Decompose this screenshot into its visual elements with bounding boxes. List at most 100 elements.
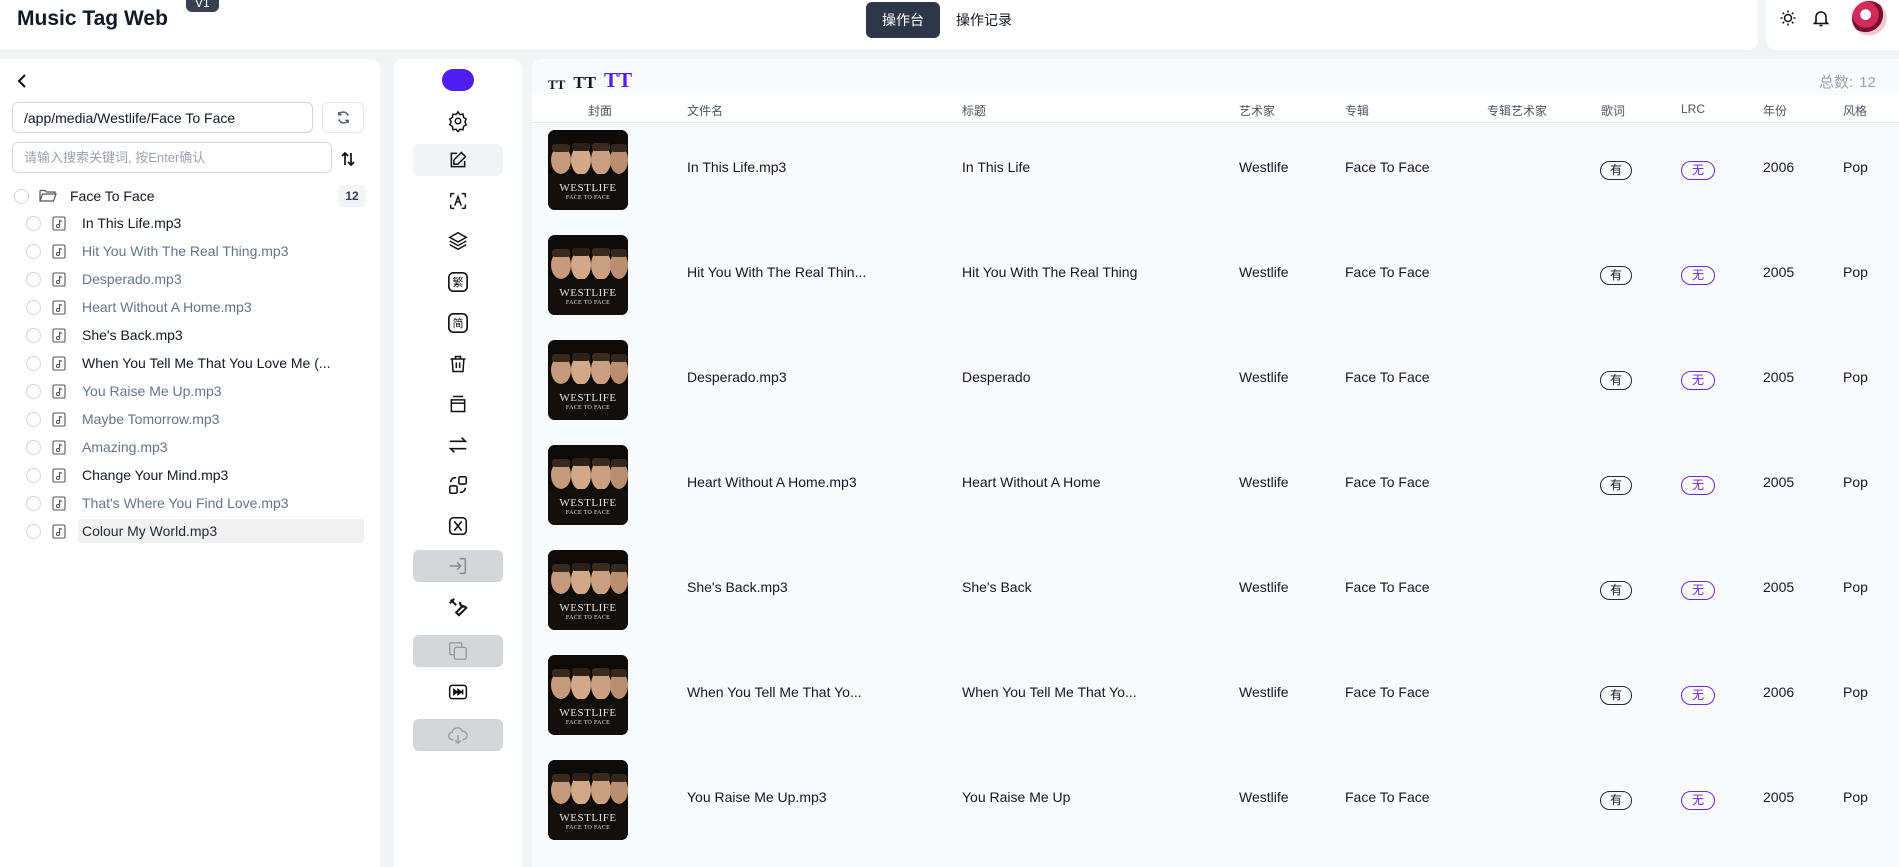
music-file-icon	[52, 328, 66, 346]
search-input[interactable]	[12, 142, 332, 173]
album-cover-image: WESTLIFE FACE TO FACE	[548, 235, 628, 315]
refresh-button[interactable]	[322, 102, 364, 133]
file-checkbox[interactable]	[26, 300, 41, 315]
action-toolbar: 繁简	[394, 59, 522, 867]
col-year[interactable]: 年份	[1763, 102, 1787, 119]
col-genre[interactable]: 风格	[1843, 102, 1867, 119]
list-item[interactable]: You Raise Me Up.mp3	[0, 377, 380, 405]
tab-operation-log[interactable]: 操作记录	[940, 2, 1028, 38]
list-item[interactable]: When You Tell Me That You Love Me (...	[0, 349, 380, 377]
file-checkbox[interactable]	[26, 496, 41, 511]
cell-genre: Pop	[1843, 684, 1868, 700]
table-header: 封面 文件名 标题 艺术家 专辑 专辑艺术家 歌词 LRC 年份 风格	[532, 95, 1899, 123]
file-checkbox[interactable]	[26, 272, 41, 287]
import-button[interactable]	[413, 550, 503, 582]
list-item[interactable]: Maybe Tomorrow.mp3	[0, 405, 380, 433]
col-lrc[interactable]: LRC	[1681, 102, 1705, 116]
file-checkbox[interactable]	[26, 216, 41, 231]
simplified-chinese-button[interactable]: 简	[413, 307, 503, 339]
list-item[interactable]: In This Life.mp3	[0, 209, 380, 237]
fast-forward-button[interactable]	[413, 676, 503, 708]
file-name: In This Life.mp3	[82, 215, 182, 231]
cloud-download-button[interactable]	[413, 719, 503, 751]
table-row[interactable]: WESTLIFE FACE TO FACE In This Life.mp3 In T…	[532, 130, 1899, 235]
delete-button[interactable]	[413, 348, 503, 380]
list-item[interactable]: Change Your Mind.mp3	[0, 461, 380, 489]
cell-title: Hit You With The Real Thing	[962, 264, 1138, 280]
cell-genre: Pop	[1843, 159, 1868, 175]
font-size-small-button[interactable]: TT	[548, 77, 565, 93]
traditional-chinese-button[interactable]: 繁	[413, 266, 503, 298]
list-item[interactable]: Amazing.mp3	[0, 433, 380, 461]
file-checkbox[interactable]	[26, 468, 41, 483]
text-recognize-button[interactable]	[413, 185, 503, 217]
music-file-icon	[52, 244, 66, 262]
root-checkbox[interactable]	[14, 189, 29, 204]
cell-year: 2006	[1763, 159, 1795, 175]
tab-console[interactable]: 操作台	[866, 2, 940, 38]
cell-title: She's Back	[962, 579, 1032, 595]
sort-icon[interactable]	[338, 150, 358, 168]
album-cover-image: WESTLIFE FACE TO FACE	[548, 445, 628, 525]
toggle-pill-button[interactable]	[413, 64, 503, 96]
list-item[interactable]: Hit You With The Real Thing.mp3	[0, 237, 380, 265]
tools-icon	[447, 596, 469, 618]
col-filename[interactable]: 文件名	[687, 102, 723, 119]
file-checkbox[interactable]	[26, 244, 41, 259]
file-checkbox[interactable]	[26, 412, 41, 427]
list-item[interactable]: She's Back.mp3	[0, 321, 380, 349]
root-folder-label: Face To Face	[70, 188, 155, 204]
copy-button[interactable]	[413, 635, 503, 667]
table-row[interactable]: WESTLIFE FACE TO FACE Desperado.mp3 Despera…	[532, 340, 1899, 445]
cell-year: 2005	[1763, 579, 1795, 595]
list-item[interactable]: That's Where You Find Love.mp3	[0, 489, 380, 517]
file-name: Hit You With The Real Thing.mp3	[82, 243, 289, 259]
list-item[interactable]: Heart Without A Home.mp3	[0, 293, 380, 321]
swap-button[interactable]	[413, 429, 503, 461]
svg-text:繁: 繁	[453, 275, 464, 289]
avatar[interactable]	[1851, 0, 1887, 36]
sun-icon[interactable]	[1778, 8, 1798, 28]
col-album-artist[interactable]: 专辑艺术家	[1487, 102, 1547, 119]
table-row[interactable]: WESTLIFE FACE TO FACE Hit You With The Rea…	[532, 235, 1899, 340]
simplified-chinese-icon: 简	[447, 312, 469, 334]
col-album[interactable]: 专辑	[1345, 102, 1369, 119]
tree-root-folder[interactable]: Face To Face 12	[12, 184, 366, 208]
tools-button[interactable]	[413, 591, 503, 623]
file-name: Desperado.mp3	[82, 271, 182, 287]
edit-button[interactable]	[413, 144, 503, 176]
list-item[interactable]: Desperado.mp3	[0, 265, 380, 293]
lrc-status-badge: 无	[1681, 581, 1715, 600]
cell-genre: Pop	[1843, 264, 1868, 280]
table-row[interactable]: WESTLIFE FACE TO FACE Heart Without A Home…	[532, 445, 1899, 550]
refresh-icon	[337, 111, 349, 124]
cell-album: Face To Face	[1345, 264, 1430, 280]
col-title[interactable]: 标题	[962, 102, 986, 119]
font-size-medium-button[interactable]: TT	[573, 73, 596, 93]
file-checkbox[interactable]	[26, 384, 41, 399]
table-row[interactable]: WESTLIFE FACE TO FACE She's Back.mp3 She's …	[532, 550, 1899, 655]
col-cover[interactable]: 封面	[588, 102, 612, 119]
tag-button[interactable]	[413, 510, 503, 542]
table-row[interactable]: WESTLIFE FACE TO FACE When You Tell Me Tha…	[532, 655, 1899, 760]
layers-button[interactable]	[413, 225, 503, 257]
file-checkbox[interactable]	[26, 524, 41, 539]
archive-button[interactable]	[413, 388, 503, 420]
lyrics-status-badge: 有	[1600, 791, 1632, 810]
table-row[interactable]: WESTLIFE FACE TO FACE You Raise Me Up.mp3 Y…	[532, 760, 1899, 865]
settings-button[interactable]	[413, 105, 503, 137]
file-checkbox[interactable]	[26, 328, 41, 343]
col-artist[interactable]: 艺术家	[1239, 102, 1275, 119]
path-input[interactable]	[12, 102, 313, 133]
bell-icon[interactable]	[1811, 8, 1831, 28]
col-lyrics[interactable]: 歌词	[1601, 102, 1625, 119]
back-icon[interactable]	[12, 71, 32, 91]
list-item[interactable]: Colour My World.mp3	[0, 517, 380, 545]
music-file-icon	[52, 356, 66, 374]
convert-button[interactable]	[413, 469, 503, 501]
file-checkbox[interactable]	[26, 440, 41, 455]
font-size-large-button[interactable]: TT	[604, 68, 632, 93]
copy-icon	[447, 640, 469, 662]
total-count: 总数: 12	[1819, 71, 1876, 92]
file-checkbox[interactable]	[26, 356, 41, 371]
